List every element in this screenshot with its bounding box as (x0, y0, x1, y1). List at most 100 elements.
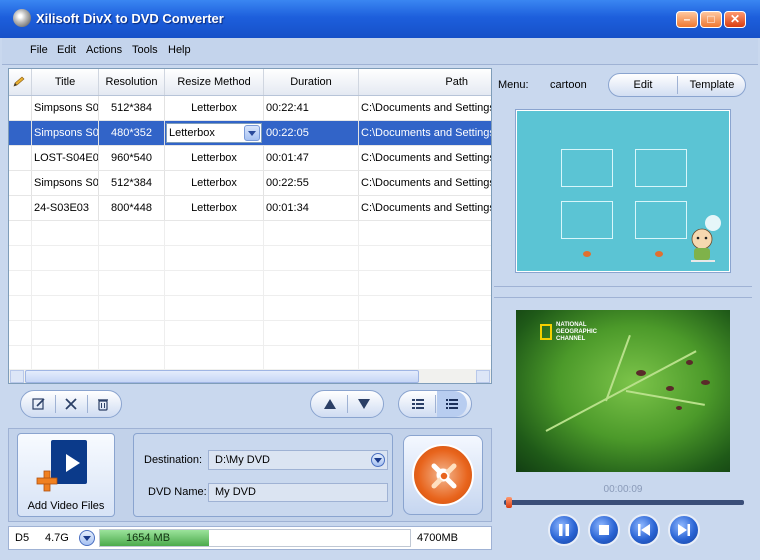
dvd-menu-preview[interactable] (516, 110, 730, 272)
title-bar[interactable]: Xilisoft DivX to DVD Converter – □ ✕ (0, 0, 760, 38)
table-row[interactable]: Simpsons S01 512*384 Letterbox 00:22:41 … (9, 96, 491, 121)
cell-resolution: 512*384 (99, 171, 165, 195)
scroll-thumb[interactable] (25, 370, 419, 383)
list-view-icon (412, 399, 424, 409)
next-button[interactable] (668, 514, 700, 546)
destination-group: Destination: D:\My DVD DVD Name: My DVD (133, 433, 393, 517)
cell-resize-method[interactable]: Letterbox (165, 146, 264, 170)
pencil-icon (13, 76, 25, 87)
cell-duration: 00:22:05 (264, 121, 359, 145)
plus-icon (36, 470, 58, 492)
window-title: Xilisoft DivX to DVD Converter (36, 11, 224, 26)
menu-tools[interactable]: Tools (132, 44, 158, 56)
destination-dropdown[interactable]: D:\My DVD (208, 450, 388, 470)
menu-actions-group: Edit Template (608, 73, 746, 97)
scroll-right-icon[interactable] (476, 370, 490, 383)
menu-bar: File Edit Actions Tools Help (2, 38, 758, 65)
maximize-button[interactable]: □ (700, 11, 722, 28)
cell-resize-method[interactable]: Letterbox (165, 171, 264, 195)
panel-divider[interactable] (494, 286, 752, 298)
file-list-table: Title Resolution Resize Method Duration … (8, 68, 492, 384)
table-row[interactable]: 24-S03E03 800*448 Letterbox 00:01:34 C:\… (9, 196, 491, 221)
scroll-left-icon[interactable] (10, 370, 24, 383)
separator (347, 395, 348, 413)
disc-used: 1654 MB (126, 532, 171, 544)
burn-button[interactable] (403, 435, 483, 515)
menu-file[interactable]: File (30, 44, 48, 56)
separator (435, 395, 436, 413)
flower-decoration (583, 251, 591, 257)
destination-value: D:\My DVD (215, 454, 270, 466)
cell-resize-method[interactable]: Letterbox (165, 96, 264, 120)
cell-title: LOST-S04E01 (32, 146, 99, 170)
edit-button[interactable] (24, 391, 54, 417)
menu-thumbnail[interactable] (635, 149, 687, 187)
stop-button[interactable] (588, 514, 620, 546)
table-row[interactable]: Simpsons S01 512*384 Letterbox 00:22:55 … (9, 171, 491, 196)
dvd-name-input[interactable]: My DVD (208, 483, 388, 502)
resize-method-dropdown[interactable]: Letterbox (166, 123, 262, 143)
maximize-icon: □ (707, 12, 715, 26)
cell-duration: 00:22:41 (264, 96, 359, 120)
minimize-button[interactable]: – (676, 11, 698, 28)
cell-path: C:\Documents and Settings (359, 121, 491, 145)
disc-usage-bar: 1654 MB (99, 529, 411, 547)
channel-logo-text: NATIONAL GEOGRAPHIC CHANNEL (556, 322, 598, 342)
dvd-name-label: DVD Name: (148, 486, 207, 498)
detail-view-icon (446, 399, 458, 409)
table-row-selected[interactable]: Simpsons S02 480*352 Letterbox 00:22:05 … (9, 121, 491, 146)
cell-resolution: 512*384 (99, 96, 165, 120)
capacity-dropdown-icon[interactable] (79, 530, 95, 546)
menu-edit[interactable]: Edit (57, 44, 76, 56)
menu-actions[interactable]: Actions (86, 44, 122, 56)
playback-time: 00:00:09 (603, 484, 643, 495)
play-icon (66, 454, 80, 472)
column-header-resolution[interactable]: Resolution (99, 69, 165, 95)
leaf-spot (636, 370, 646, 376)
edit-icon (32, 398, 45, 410)
leaf-spot (686, 360, 693, 365)
output-panel: Add Video Files Destination: D:\My DVD D… (8, 428, 492, 522)
move-up-button[interactable] (315, 391, 345, 417)
list-view-button[interactable] (403, 391, 433, 417)
next-icon (678, 524, 690, 536)
menu-thumbnail[interactable] (635, 201, 687, 239)
menu-thumbnail[interactable] (561, 201, 613, 239)
menu-thumbnail[interactable] (561, 149, 613, 187)
chevron-down-icon[interactable] (371, 453, 385, 467)
previous-button[interactable] (628, 514, 660, 546)
cell-title: Simpsons S01 (32, 96, 99, 120)
seek-bar[interactable] (504, 500, 744, 505)
column-header-path[interactable]: Path (359, 69, 491, 95)
cell-resize-method[interactable]: Letterbox (165, 196, 264, 220)
detail-view-button[interactable] (437, 391, 467, 417)
table-row[interactable]: LOST-S04E01 960*540 Letterbox 00:01:47 C… (9, 146, 491, 171)
menu-template-name: cartoon (550, 79, 587, 91)
column-header-duration[interactable]: Duration (264, 69, 359, 95)
move-down-button[interactable] (349, 391, 379, 417)
column-header-title[interactable]: Title (32, 69, 99, 95)
table-header: Title Resolution Resize Method Duration … (9, 69, 491, 96)
seek-handle[interactable] (506, 497, 512, 508)
cell-resolution: 800*448 (99, 196, 165, 220)
pause-button[interactable] (548, 514, 580, 546)
menu-template-button[interactable]: Template (678, 74, 746, 96)
menu-label: Menu: (498, 79, 529, 91)
add-video-files-button[interactable]: Add Video Files (17, 433, 115, 517)
clear-button[interactable] (88, 391, 118, 417)
delete-icon (65, 398, 77, 410)
menu-edit-button[interactable]: Edit (609, 74, 677, 96)
resize-method-value: Letterbox (169, 127, 215, 139)
column-header-edit[interactable] (9, 69, 32, 95)
edit-actions-group (20, 390, 122, 418)
chevron-down-icon[interactable] (244, 125, 260, 141)
status-bar: D5 4.7G 1654 MB 4700MB (8, 526, 492, 550)
horizontal-scrollbar[interactable] (9, 369, 491, 383)
cell-title: Simpsons S02 (32, 121, 99, 145)
close-button[interactable]: ✕ (724, 11, 746, 28)
trash-icon (98, 399, 108, 411)
remove-button[interactable] (56, 391, 86, 417)
close-icon: ✕ (729, 12, 741, 26)
column-header-resize-method[interactable]: Resize Method (165, 69, 264, 95)
menu-help[interactable]: Help (168, 44, 191, 56)
